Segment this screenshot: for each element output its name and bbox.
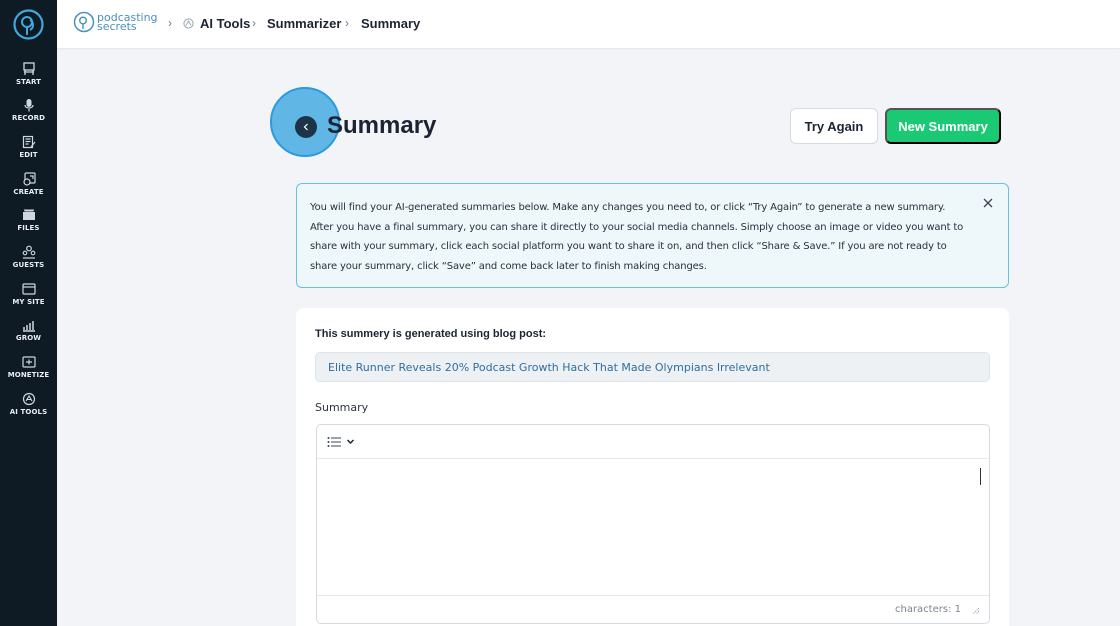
files-icon xyxy=(22,209,35,220)
sidebar-item-ai-tools[interactable]: AI TOOLS xyxy=(0,392,57,416)
try-again-button[interactable]: Try Again xyxy=(790,108,878,144)
page-title: Summary xyxy=(327,112,437,139)
sidebar-item-create[interactable]: CREATE xyxy=(0,172,57,196)
sidebar-item-monetize[interactable]: MONETIZE xyxy=(0,355,57,379)
summary-text-area[interactable] xyxy=(317,459,989,595)
breadcrumb-summarizer[interactable]: Summarizer xyxy=(267,16,341,31)
create-icon xyxy=(22,172,36,186)
sidebar-item-start[interactable]: START xyxy=(0,62,57,86)
brand-logo[interactable]: podcasting secrets xyxy=(73,10,158,34)
sidebar-item-label: MY SITE xyxy=(12,298,45,306)
chevron-left-icon xyxy=(303,123,308,131)
close-icon[interactable] xyxy=(981,196,995,210)
podcasting-secrets-logo-icon[interactable] xyxy=(12,8,45,41)
podcasting-secrets-brand-icon xyxy=(73,11,95,33)
list-format-dropdown[interactable] xyxy=(327,436,355,448)
breadcrumb-label: Summary xyxy=(361,16,421,31)
editor-toolbar xyxy=(317,425,989,459)
resize-handle-icon[interactable] xyxy=(971,606,980,615)
start-icon xyxy=(22,62,35,75)
sidebar: START RECORD EDIT CREATE FILES GUESTS MY… xyxy=(0,0,57,626)
grow-icon xyxy=(22,321,35,332)
monetize-icon xyxy=(21,356,36,368)
editor-status-bar: characters: 1 xyxy=(317,595,989,625)
ai-tools-icon xyxy=(22,392,35,406)
sidebar-item-grow[interactable]: GROW xyxy=(0,318,57,342)
sidebar-item-label: MONETIZE xyxy=(7,371,50,379)
chevron-right-icon: › xyxy=(345,16,349,30)
summary-card: This summery is generated using blog pos… xyxy=(296,308,1009,626)
ai-tools-icon xyxy=(183,18,194,29)
back-button[interactable] xyxy=(295,116,317,138)
my-site-icon xyxy=(21,283,36,295)
summary-label: Summary xyxy=(315,401,369,414)
sidebar-item-label: START xyxy=(15,78,42,86)
sidebar-item-guests[interactable]: GUESTS xyxy=(0,245,57,269)
microphone-icon xyxy=(23,99,34,112)
sidebar-item-label: AI TOOLS xyxy=(9,408,48,416)
breadcrumb-label: Summarizer xyxy=(267,16,342,31)
breadcrumb-label: AI Tools xyxy=(200,16,251,31)
sidebar-item-files[interactable]: FILES xyxy=(0,208,57,232)
bullet-list-icon xyxy=(327,436,341,447)
source-label: This summery is generated using blog pos… xyxy=(315,328,547,340)
sidebar-item-record[interactable]: RECORD xyxy=(0,98,57,122)
source-blog-post[interactable]: Elite Runner Reveals 20% Podcast Growth … xyxy=(315,352,990,382)
guests-icon xyxy=(22,245,35,259)
sidebar-item-label: EDIT xyxy=(19,151,38,159)
sidebar-item-label: FILES xyxy=(17,224,40,232)
sidebar-item-label: RECORD xyxy=(11,114,46,122)
breadcrumb-ai-tools[interactable]: AI Tools xyxy=(183,16,250,31)
breadcrumb-summary: Summary xyxy=(361,16,420,31)
chevron-right-icon: › xyxy=(168,16,172,30)
character-count: characters: 1 xyxy=(894,604,961,615)
summary-editor: characters: 1 xyxy=(316,424,990,624)
info-text: You will find your AI-generated summarie… xyxy=(310,202,964,272)
text-caret xyxy=(980,468,981,485)
source-blog-post-title: Elite Runner Reveals 20% Podcast Growth … xyxy=(328,360,770,374)
sidebar-item-label: CREATE xyxy=(13,188,44,196)
chevron-down-icon xyxy=(346,439,355,445)
top-bar: podcasting secrets › AI Tools › Summariz… xyxy=(57,0,1120,48)
chevron-right-icon: › xyxy=(252,16,256,30)
sidebar-item-label: GROW xyxy=(15,334,42,342)
info-banner: You will find your AI-generated summarie… xyxy=(296,183,1009,288)
sidebar-item-edit[interactable]: EDIT xyxy=(0,135,57,159)
sidebar-item-my-site[interactable]: MY SITE xyxy=(0,282,57,306)
edit-icon xyxy=(22,135,35,149)
sidebar-item-label: GUESTS xyxy=(12,261,45,269)
new-summary-button[interactable]: New Summary xyxy=(885,108,1001,144)
